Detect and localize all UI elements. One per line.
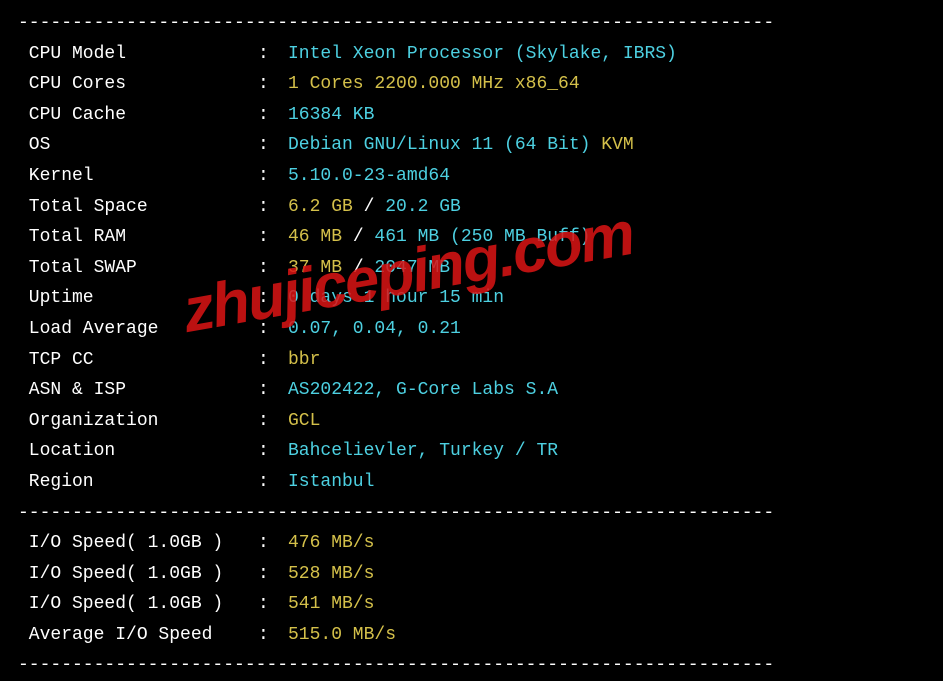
colon-separator: : [258,100,288,131]
info-label: CPU Model [18,39,258,70]
info-value: 46 MB [288,222,353,253]
info-value: (250 MB Buff) [450,222,590,253]
info-value: 528 MB/s [288,559,374,590]
info-label: CPU Cores [18,69,258,100]
colon-separator: : [258,253,288,284]
colon-separator: : [258,620,288,651]
sysinfo-row: TCP CC : bbr [18,345,925,376]
sysinfo-row: Total SWAP : 37 MB / 2047 MB [18,253,925,284]
info-value: 0 days 1 hour 15 min [288,283,504,314]
colon-separator: : [258,345,288,376]
iospeed-row: Average I/O Speed : 515.0 MB/s [18,620,925,651]
sysinfo-row: Organization : GCL [18,406,925,437]
info-label: Total SWAP [18,253,258,284]
sysinfo-row: CPU Cache : 16384 KB [18,100,925,131]
info-value: 461 MB [374,222,450,253]
colon-separator: : [258,528,288,559]
info-label: I/O Speed( 1.0GB ) [18,559,258,590]
info-label: I/O Speed( 1.0GB ) [18,528,258,559]
info-value: 2047 MB [374,253,450,284]
info-label: Total Space [18,192,258,223]
info-value: 0.07, 0.04, 0.21 [288,314,461,345]
colon-separator: : [258,559,288,590]
info-value: 37 MB [288,253,353,284]
colon-separator: : [258,436,288,467]
colon-separator: : [258,39,288,70]
info-value: / [353,253,375,284]
info-value: / [353,222,375,253]
colon-separator: : [258,69,288,100]
info-value: 5.10.0-23-amd64 [288,161,450,192]
info-value: / [364,192,386,223]
info-value: GCL [288,406,320,437]
colon-separator: : [258,161,288,192]
info-label: Organization [18,406,258,437]
info-value: KVM [601,130,633,161]
sysinfo-row: Load Average : 0.07, 0.04, 0.21 [18,314,925,345]
info-label: Total RAM [18,222,258,253]
colon-separator: : [258,130,288,161]
sysinfo-row: CPU Cores : 1 Cores 2200.000 MHz x86_64 [18,69,925,100]
sysinfo-row: Kernel : 5.10.0-23-amd64 [18,161,925,192]
info-value: Intel Xeon Processor (Skylake, IBRS) [288,39,677,70]
info-value: 20.2 GB [385,192,461,223]
info-value: AS202422, G-Core Labs S.A [288,375,558,406]
info-label: OS [18,130,258,161]
info-value: 515.0 MB/s [288,620,396,651]
info-value: 6.2 GB [288,192,364,223]
colon-separator: : [258,467,288,498]
info-value: bbr [288,345,320,376]
info-value: Istanbul [288,467,374,498]
info-value: 1 Cores 2200.000 MHz x86_64 [288,69,580,100]
iospeed-row: I/O Speed( 1.0GB ) : 476 MB/s [18,528,925,559]
colon-separator: : [258,314,288,345]
colon-separator: : [258,589,288,620]
divider-bottom: ----------------------------------------… [18,650,925,681]
sysinfo-row: Total Space : 6.2 GB / 20.2 GB [18,192,925,223]
info-label: Region [18,467,258,498]
info-label: Load Average [18,314,258,345]
iospeed-row: I/O Speed( 1.0GB ) : 528 MB/s [18,559,925,590]
info-value: 476 MB/s [288,528,374,559]
sysinfo-row: Region : Istanbul [18,467,925,498]
colon-separator: : [258,375,288,406]
info-value: Debian GNU/Linux 11 (64 Bit) [288,130,601,161]
info-value: Bahcelievler, Turkey / TR [288,436,558,467]
colon-separator: : [258,283,288,314]
sysinfo-row: OS : Debian GNU/Linux 11 (64 Bit) KVM [18,130,925,161]
info-label: I/O Speed( 1.0GB ) [18,589,258,620]
system-info-block: CPU Model : Intel Xeon Processor (Skylak… [18,39,925,498]
info-label: Average I/O Speed [18,620,258,651]
info-label: TCP CC [18,345,258,376]
iospeed-row: I/O Speed( 1.0GB ) : 541 MB/s [18,589,925,620]
colon-separator: : [258,406,288,437]
io-speed-block: I/O Speed( 1.0GB ) : 476 MB/s I/O Speed(… [18,528,925,650]
divider-middle: ----------------------------------------… [18,498,925,529]
sysinfo-row: Total RAM : 46 MB / 461 MB (250 MB Buff) [18,222,925,253]
info-label: CPU Cache [18,100,258,131]
sysinfo-row: Location : Bahcelievler, Turkey / TR [18,436,925,467]
sysinfo-row: ASN & ISP : AS202422, G-Core Labs S.A [18,375,925,406]
info-label: Kernel [18,161,258,192]
terminal-output: ----------------------------------------… [18,8,925,681]
colon-separator: : [258,192,288,223]
info-label: Uptime [18,283,258,314]
info-label: Location [18,436,258,467]
info-value: 16384 KB [288,100,374,131]
info-label: ASN & ISP [18,375,258,406]
divider-top: ----------------------------------------… [18,8,925,39]
sysinfo-row: Uptime : 0 days 1 hour 15 min [18,283,925,314]
info-value: 541 MB/s [288,589,374,620]
colon-separator: : [258,222,288,253]
sysinfo-row: CPU Model : Intel Xeon Processor (Skylak… [18,39,925,70]
